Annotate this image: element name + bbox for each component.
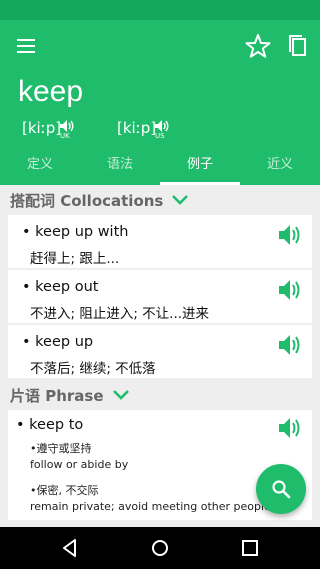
favorite-star-icon[interactable] [240,28,276,64]
tab-examples[interactable]: 例子 [160,150,240,185]
status-bar [0,0,320,20]
speaker-icon[interactable] [278,224,302,246]
back-icon[interactable] [58,536,82,560]
collocation-term: • keep up [22,334,94,350]
region-label: UK [60,132,70,140]
phrase-term: • keep to [16,417,84,433]
pronunciation-us[interactable]: [kiːp] US [117,118,187,142]
headword: keep [18,75,84,108]
collocation-item[interactable]: • keep out 不进入; 阻止进入; 不让...进来 [8,270,312,323]
pronunciation-uk[interactable]: [kiːp] UK [22,118,92,142]
app-header: keep [kiːp] UK [kiːp] US 定义 语法 例子 近义 [0,20,320,185]
sense-chinese: •遵守或坚持 [30,442,92,455]
collocation-term: • keep out [22,279,99,295]
recents-icon[interactable] [238,536,262,560]
section-title: 搭配词 Collocations [10,191,164,210]
speaker-icon[interactable] [278,417,302,439]
collocation-gloss: 赶得上; 跟上... [30,251,120,267]
search-icon [272,480,291,499]
home-icon[interactable] [148,536,172,560]
tab-bar: 定义 语法 例子 近义 [0,150,320,185]
sense-english: follow or abide by [30,458,129,471]
speaker-icon[interactable] [278,279,302,301]
collocation-item[interactable]: • keep up 不落后; 继续; 不低落 [8,325,312,378]
sense-chinese: •保密, 不交际 [30,484,99,497]
tab-grammar[interactable]: 语法 [80,150,160,185]
phrases-header[interactable]: 片语 Phrase [0,380,320,410]
region-label: US [155,132,165,140]
sense-english: remain private; avoid meeting other peop… [30,500,271,513]
collocation-gloss: 不进入; 阻止进入; 不让...进来 [30,306,210,322]
tab-definition[interactable]: 定义 [0,150,80,185]
collocation-term: • keep up with [22,224,129,240]
copy-icon[interactable] [280,28,316,64]
ipa-text: [kiːp] [117,119,157,137]
chevron-down-icon [112,390,129,400]
tab-synonyms[interactable]: 近义 [240,150,320,185]
search-fab[interactable] [256,464,306,514]
collocation-gloss: 不落后; 继续; 不低落 [30,361,156,377]
system-navigation-bar [0,527,320,569]
section-title: 片语 Phrase [10,386,104,405]
chevron-down-icon [172,195,189,205]
menu-icon[interactable] [8,28,44,64]
collocation-item[interactable]: • keep up with 赶得上; 跟上... [8,215,312,268]
collocations-header[interactable]: 搭配词 Collocations [0,185,320,215]
toolbar [0,20,320,72]
ipa-text: [kiːp] [22,119,62,137]
speaker-icon[interactable] [278,334,302,356]
